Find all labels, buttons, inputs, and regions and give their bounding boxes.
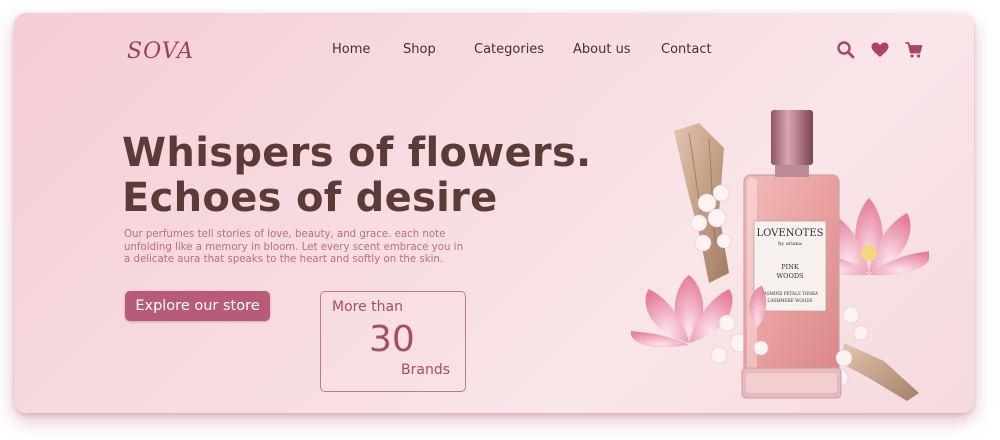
cart-icon[interactable]: [904, 40, 924, 60]
nav-contact[interactable]: Contact: [661, 42, 712, 57]
nav-shop[interactable]: Shop: [403, 42, 436, 57]
logo[interactable]: SOVA: [127, 39, 194, 64]
search-icon[interactable]: [836, 40, 856, 60]
label-scent-line-1: PINK: [781, 263, 799, 271]
page-background: SOVA Home Shop Categories About us Conta…: [0, 0, 1000, 440]
brands-stat-prefix: More than: [332, 299, 403, 315]
heart-icon[interactable]: [870, 40, 890, 60]
nav-about-us[interactable]: About us: [573, 42, 631, 57]
label-by-text: by ariana: [778, 241, 802, 247]
nav-home[interactable]: Home: [332, 42, 370, 57]
brands-stat-suffix: Brands: [401, 362, 450, 378]
nav-categories[interactable]: Categories: [474, 42, 544, 57]
hero-card: SOVA Home Shop Categories About us Conta…: [14, 13, 974, 413]
headline-line-1: Whispers of flowers.: [122, 130, 592, 176]
brands-stat-card: More than 30 Brands: [320, 291, 466, 392]
explore-store-button[interactable]: Explore our store: [125, 291, 270, 321]
hero-description: Our perfumes tell stories of love, beaut…: [124, 229, 499, 267]
label-brand-text: LOVENOTES: [757, 228, 824, 239]
description-line-1: Our perfumes tell stories of love, beaut…: [124, 229, 446, 240]
description-line-2: unfolding like a memory in bloom. Let ev…: [124, 241, 464, 253]
description-line-3: a delicate aura that speaks to the heart…: [124, 254, 444, 265]
label-notes-line-1: JASMINE PETALS TONKA: [761, 291, 819, 296]
hero-headline: Whispers of flowers. Echoes of desire: [122, 131, 592, 221]
label-notes-line-2: CASHMERE WOODS: [767, 298, 812, 303]
label-scent-line-2: WOODS: [776, 272, 803, 280]
headline-line-2: Echoes of desire: [122, 175, 498, 221]
brands-stat-value: 30: [369, 319, 415, 360]
perfume-product-image: LOVENOTES by ariana PINK WOODS JASMINE P…: [629, 93, 932, 413]
